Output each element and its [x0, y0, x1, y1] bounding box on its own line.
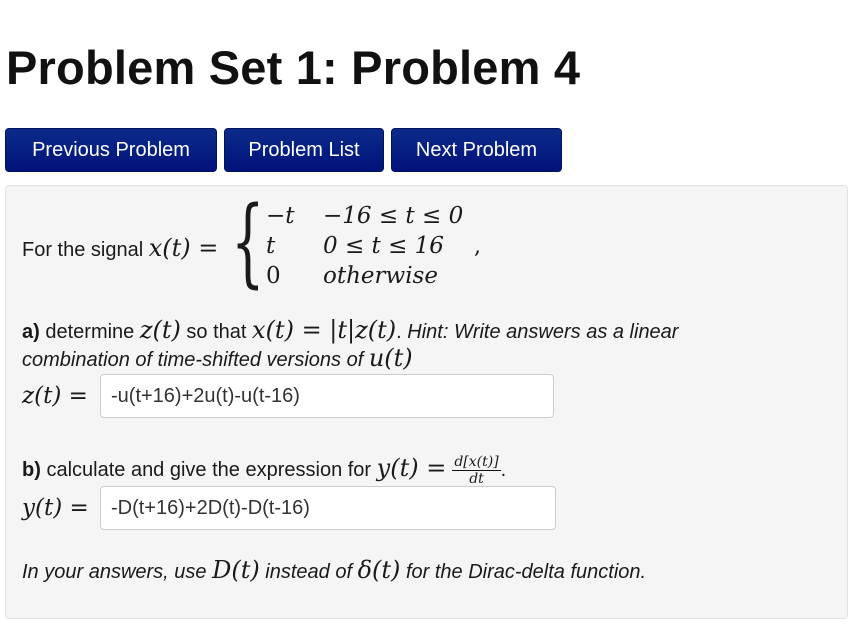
case-value: 0: [266, 263, 281, 289]
hint-text: Hint: Write answers as a linear: [407, 321, 679, 343]
case-condition: −16 ≤ t ≤ 0: [323, 203, 464, 229]
math-relation: x(t) = |t|z(t): [252, 316, 397, 344]
note-text: In your answers, use: [22, 561, 213, 583]
hint-text: combination of time-shifted versions of: [22, 349, 369, 371]
note-text: for the Dirac-delta function.: [400, 561, 647, 583]
derivative-fraction: d[x(t)] dt: [452, 454, 501, 488]
problem-list-button[interactable]: Problem List: [224, 128, 384, 172]
case-condition: otherwise: [323, 263, 438, 289]
part-a-label: a): [22, 321, 40, 343]
part-a-hint: combination of time-shifted versions of …: [22, 344, 413, 372]
page-title: Problem Set 1: Problem 4: [6, 41, 581, 94]
part-b-text: calculate and give the expression for: [40, 459, 377, 481]
part-b-label: b): [22, 459, 41, 481]
trailing-comma: ,: [474, 234, 481, 259]
case-value: −t: [266, 203, 295, 229]
case-row: −t −16 ≤ t ≤ 0: [266, 202, 463, 229]
answer-b-label: y(t) =: [22, 495, 89, 521]
next-problem-button[interactable]: Next Problem: [391, 128, 562, 172]
case-condition: 0 ≤ t ≤ 16: [323, 233, 444, 259]
part-b-question: b) calculate and give the expression for…: [22, 454, 506, 487]
fraction-denominator: dt: [469, 471, 484, 488]
math-y: y(t) =: [376, 454, 447, 482]
case-value: t: [266, 233, 276, 259]
fraction-numerator: d[x(t)]: [452, 454, 501, 472]
signal-lhs: x(t) =: [148, 234, 219, 262]
answer-b-row: y(t) =: [22, 486, 556, 530]
answer-b-input[interactable]: [100, 486, 556, 530]
left-brace: {: [231, 186, 265, 298]
note-text: instead of: [259, 561, 358, 583]
problem-navigation: Previous Problem Problem List Next Probl…: [5, 128, 562, 172]
math-D: D(t): [212, 556, 260, 584]
part-a-text: so that: [180, 321, 253, 343]
intro-text: For the signal: [22, 239, 149, 261]
case-row: 0 otherwise: [266, 262, 438, 289]
answer-a-label: z(t) =: [22, 383, 88, 409]
math-u: u(t): [368, 344, 413, 372]
answer-a-row: z(t) =: [22, 374, 554, 418]
problem-panel: For the signal x(t) = { −t −16 ≤ t ≤ 0 t 0…: [5, 185, 848, 619]
case-row: t 0 ≤ t ≤ 16: [266, 232, 444, 259]
period: .: [500, 459, 507, 481]
signal-definition: For the signal x(t) =: [22, 234, 218, 262]
math-delta: δ(t): [357, 556, 401, 584]
previous-problem-button[interactable]: Previous Problem: [5, 128, 217, 172]
part-a-question: a) determine z(t) so that x(t) = |t|z(t)…: [22, 316, 678, 344]
answer-a-input[interactable]: [100, 374, 554, 418]
dirac-note: In your answers, use D(t) instead of δ(t…: [22, 556, 646, 584]
math-z: z(t): [139, 316, 181, 344]
part-a-text: .: [396, 321, 408, 343]
part-a-text: determine: [39, 321, 140, 343]
